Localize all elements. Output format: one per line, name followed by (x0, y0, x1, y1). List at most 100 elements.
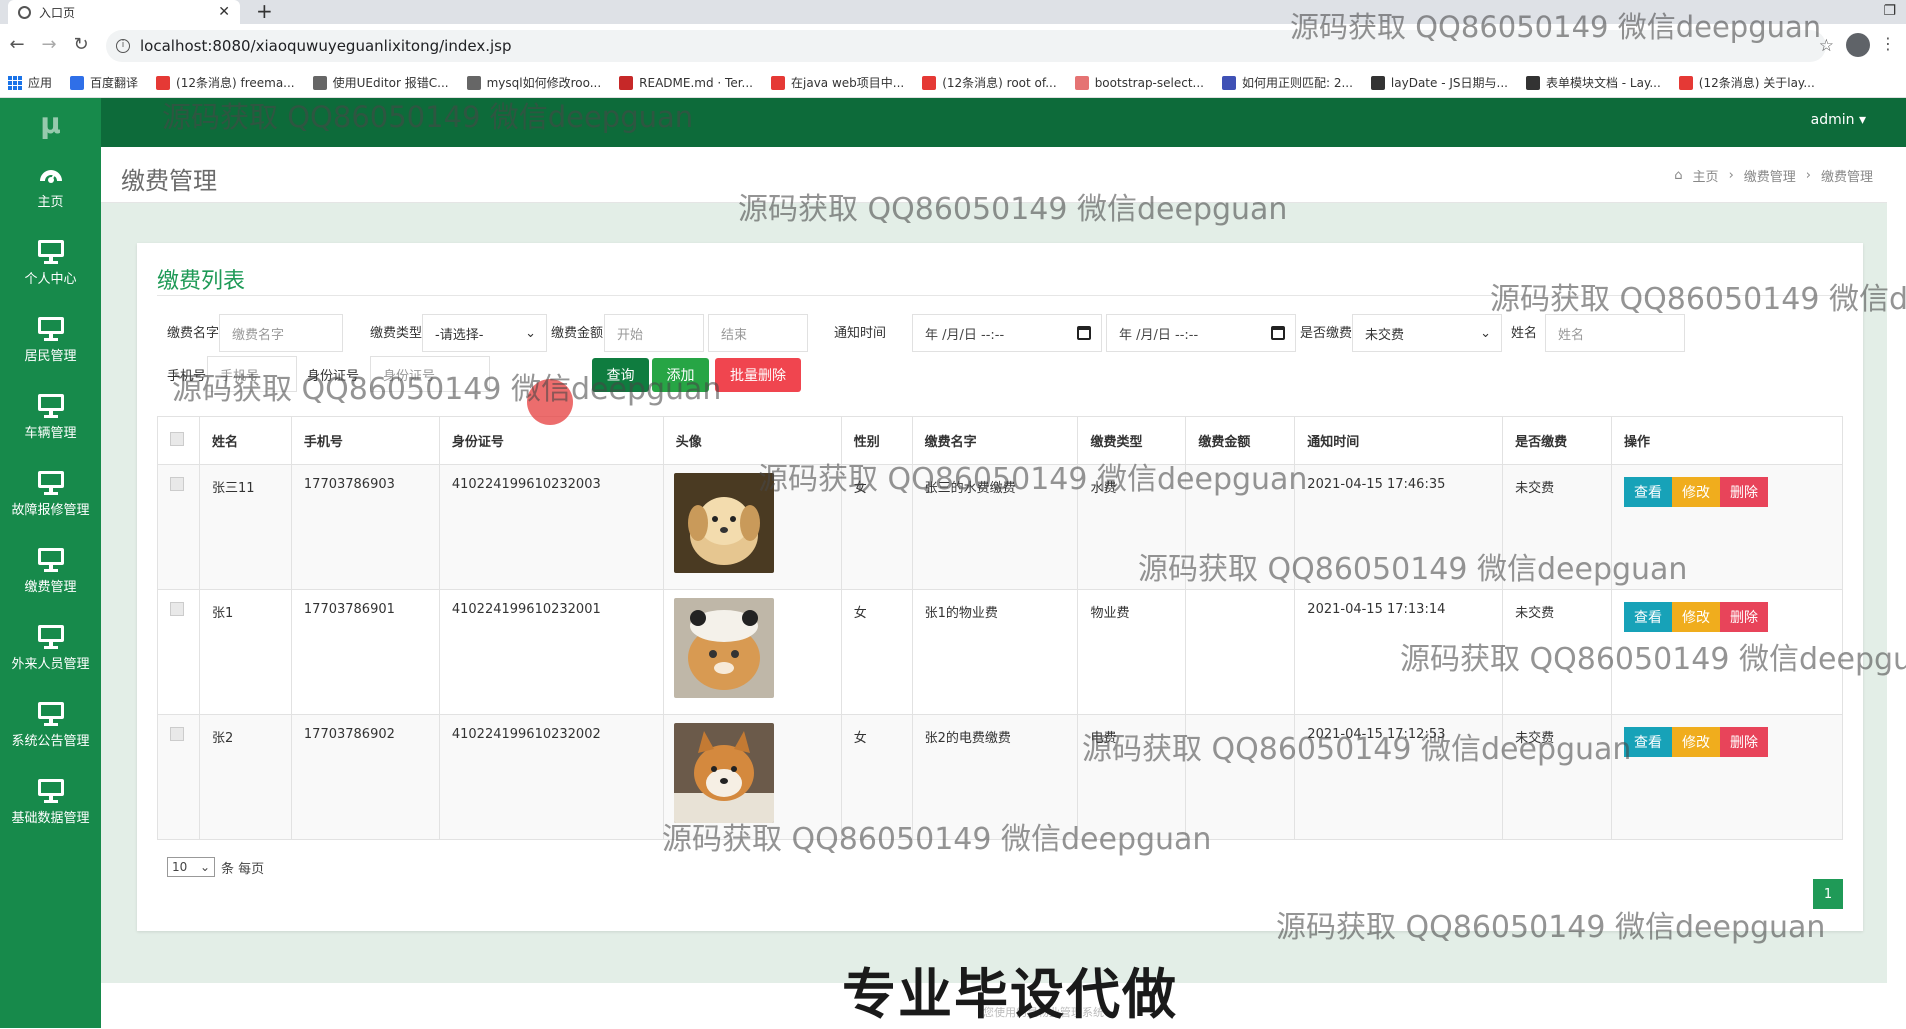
notice-time-cell: 2021-04-15 17:12:53 (1294, 714, 1504, 840)
forward-icon[interactable]: → (38, 34, 60, 55)
page-title: 缴费管理 (121, 167, 217, 195)
sidebar-item-label: 外来人员管理 (11, 657, 90, 672)
bookmark-item[interactable]: 使用UEditor 报错C... (312, 74, 449, 91)
favicon-icon (156, 75, 171, 90)
monitor-icon (37, 317, 64, 341)
column-header: 性别 (840, 416, 913, 465)
view-button[interactable]: 查看 (1624, 727, 1673, 757)
paid-label: 是否缴费 (1300, 326, 1353, 341)
bookmark-item[interactable]: (12条消息) root of... (922, 74, 1057, 91)
bookmarks-bar: 应用 百度翻译 (12条消息) freema... 使用UEditor 报错C... m… (0, 68, 1906, 98)
user-menu[interactable]: admin ▾ (1811, 112, 1866, 128)
fee-type-select[interactable]: -请选择- ⌄ (422, 314, 547, 352)
bookmark-label: (12条消息) freema... (176, 76, 295, 90)
favicon-icon (1525, 75, 1540, 90)
phone-input[interactable]: 手机号 (207, 356, 297, 392)
sidebar-item-label: 车辆管理 (24, 426, 77, 441)
add-button[interactable]: 添加 (652, 358, 709, 392)
search-button[interactable]: 查询 (592, 358, 649, 392)
close-tab-icon[interactable]: ✕ (218, 4, 230, 20)
bookmark-item[interactable]: 在java web项目中... (771, 74, 904, 91)
monitor-icon (37, 394, 64, 418)
bookmark-item[interactable]: 如何用正则匹配: 2... (1221, 74, 1353, 91)
fee-amount-label: 缴费金额 (551, 326, 604, 341)
row-checkbox[interactable] (170, 602, 184, 616)
view-button[interactable]: 查看 (1624, 477, 1673, 507)
row-checkbox[interactable] (170, 727, 184, 741)
bookmark-star-icon[interactable]: ☆ (1819, 36, 1834, 56)
delete-button[interactable]: 删除 (1720, 602, 1769, 632)
date-to-value: 年 /月/日 --:-- (1119, 327, 1199, 343)
paid-select[interactable]: 未交费 ⌄ (1352, 314, 1502, 352)
sidebar-item[interactable]: 故障报修管理 (0, 456, 101, 533)
back-icon[interactable]: ← (6, 34, 28, 55)
restore-window-icon[interactable]: ❐ (1883, 0, 1896, 24)
bookmark-item[interactable]: mysql如何修改roo... (466, 74, 602, 91)
person-name-input[interactable]: 姓名 (1545, 314, 1685, 352)
sidebar-item[interactable]: 个人中心 (0, 225, 101, 302)
idcard-input[interactable]: 身份证号 (370, 356, 490, 392)
calendar-icon[interactable] (1271, 326, 1285, 340)
browser-tab[interactable]: 入口页 ✕ (8, 0, 240, 24)
edit-button[interactable]: 修改 (1672, 602, 1721, 632)
monitor-icon (37, 471, 64, 495)
edit-button[interactable]: 修改 (1672, 727, 1721, 757)
person-name-label: 姓名 (1511, 326, 1538, 341)
sidebar-item[interactable]: 外来人员管理 (0, 610, 101, 687)
new-tab-button[interactable]: + (256, 0, 273, 24)
page-size-select[interactable]: 10 ⌄ (167, 857, 215, 877)
fee-name-cell: 张三的水费缴费 (911, 464, 1079, 590)
phone-cell: 17703786901 (290, 589, 440, 715)
globe-icon (18, 5, 31, 19)
favicon-icon (312, 75, 327, 90)
sidebar-item-label: 基础数据管理 (11, 811, 90, 826)
profile-avatar[interactable] (1846, 33, 1870, 57)
breadcrumb-home[interactable]: 主页 (1693, 166, 1719, 185)
bookmark-label: 应用 (28, 76, 53, 90)
info-icon[interactable]: i (116, 39, 130, 53)
amount-cell (1185, 589, 1296, 715)
divider (157, 295, 1843, 296)
sidebar-item[interactable]: 基础数据管理 (0, 764, 101, 841)
bookmark-item[interactable]: layDate - JS日期与... (1370, 74, 1508, 91)
browser-menu-icon[interactable]: ⋮ (1880, 34, 1896, 53)
favicon-icon (1221, 75, 1236, 90)
favicon-icon (771, 75, 785, 90)
fee-name-input[interactable]: 缴费名字 (219, 314, 343, 352)
date-from-input[interactable]: 年 /月/日 --:-- (912, 314, 1102, 352)
delete-button[interactable]: 删除 (1720, 727, 1769, 757)
calendar-icon[interactable] (1077, 326, 1091, 340)
edit-button[interactable]: 修改 (1672, 477, 1721, 507)
amount-end-input[interactable]: 结束 (708, 314, 808, 352)
sidebar-item[interactable]: 车辆管理 (0, 379, 101, 456)
paid-status-cell: 未交费 (1502, 589, 1613, 715)
sidebar-item[interactable]: 缴费管理 (0, 533, 101, 610)
page-size-value: 10 (172, 860, 188, 874)
bookmark-item[interactable]: 表单模块文档 - Lay... (1525, 74, 1661, 91)
bookmark-label: mysql如何修改roo... (486, 76, 602, 90)
batch-delete-button[interactable]: 批量删除 (715, 358, 801, 392)
url-field[interactable]: i localhost:8080/xiaoquwuyeguanlixitong/… (106, 30, 1826, 62)
fee-type-cell: 物业费 (1077, 589, 1187, 715)
avatar-photo (673, 598, 774, 698)
amount-start-input[interactable]: 开始 (604, 314, 704, 352)
delete-button[interactable]: 删除 (1720, 477, 1769, 507)
date-to-input[interactable]: 年 /月/日 --:-- (1106, 314, 1296, 352)
fee-type-label: 缴费类型 (370, 326, 423, 341)
view-button[interactable]: 查看 (1624, 602, 1673, 632)
sidebar-item[interactable]: 主页 (0, 148, 101, 225)
breadcrumb-section[interactable]: 缴费管理 (1744, 166, 1796, 185)
row-checkbox[interactable] (170, 477, 184, 491)
bookmark-item[interactable]: (12条消息) 关于lay... (1678, 74, 1815, 91)
sidebar-item-label: 缴费管理 (24, 580, 77, 595)
select-all-checkbox[interactable] (170, 431, 184, 446)
sidebar-item[interactable]: 系统公告管理 (0, 687, 101, 764)
sidebar-item[interactable]: 居民管理 (0, 302, 101, 379)
bookmark-item[interactable]: (12条消息) freema... (156, 74, 295, 91)
page-number-button[interactable]: 1 (1813, 879, 1843, 909)
bookmark-item[interactable]: 百度翻译 (70, 74, 138, 91)
bookmark-item[interactable]: README.md · Ter... (619, 75, 753, 90)
reload-icon[interactable]: ↻ (70, 34, 92, 55)
bookmark-item[interactable]: 应用 (8, 74, 52, 91)
bookmark-item[interactable]: bootstrap-select... (1074, 75, 1204, 90)
